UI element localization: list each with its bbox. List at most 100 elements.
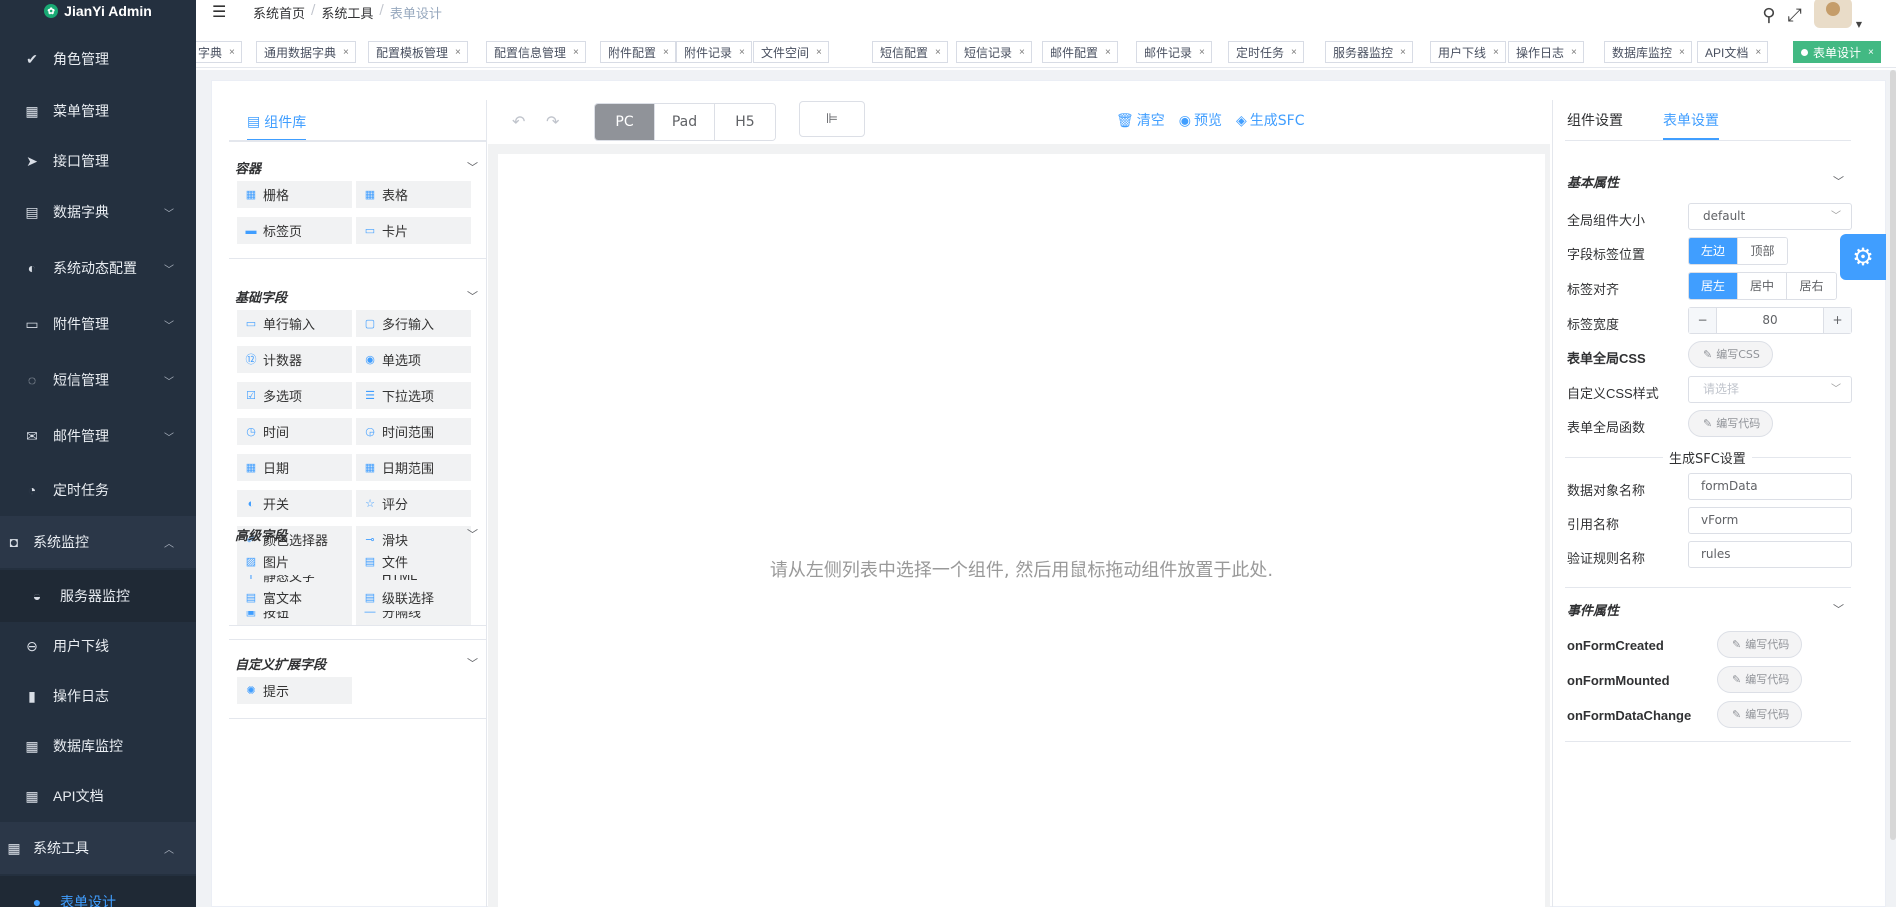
chevron-icon[interactable]: ︿ <box>164 841 174 856</box>
component-item[interactable]: ▬ 标签页 <box>237 217 352 244</box>
app-logo[interactable]: ✿ JianYi Admin <box>0 0 196 22</box>
sidebar-item[interactable]: ● 表单设计 <box>0 876 196 907</box>
minus-icon[interactable]: − <box>1689 308 1716 333</box>
chevron-icon[interactable]: ﹀ <box>164 317 174 332</box>
close-icon[interactable]: × <box>1493 47 1499 58</box>
chevron-down-icon[interactable]: ﹀ <box>1833 173 1844 189</box>
chevron-down-icon[interactable]: ▼ <box>1856 20 1862 29</box>
custom-css-select[interactable]: 请选择 ﹀ <box>1688 376 1852 403</box>
label-pos-top-button[interactable]: 顶部 <box>1738 238 1787 264</box>
chevron-down-icon[interactable]: ﹀ <box>467 526 478 542</box>
avatar[interactable] <box>1813 0 1852 28</box>
sidebar-item[interactable]: ◌ 短信管理 ﹀ <box>0 354 196 406</box>
chevron-down-icon[interactable]: ﹀ <box>467 288 478 304</box>
tag-item[interactable]: 附件配置 × <box>600 41 676 63</box>
close-icon[interactable]: × <box>1679 47 1685 58</box>
chevron-down-icon[interactable]: ﹀ <box>1833 601 1844 617</box>
close-icon[interactable]: × <box>935 47 941 58</box>
sidebar-item[interactable]: ◘ 系统监控 ︿ <box>0 516 196 568</box>
label-width-value[interactable]: 80 <box>1716 308 1824 333</box>
breadcrumb-system-tools[interactable]: 系统工具 <box>321 3 373 22</box>
component-item[interactable]: ▤ 富文本 <box>237 584 352 611</box>
component-item[interactable]: ✺ 提示 <box>237 677 352 704</box>
close-icon[interactable]: × <box>573 47 579 58</box>
component-item[interactable]: ▢ 多行输入 <box>356 310 471 337</box>
breadcrumb-home[interactable]: 系统首页 <box>253 3 305 22</box>
node-tree-button[interactable]: ⊫ <box>799 101 865 137</box>
chevron-icon[interactable]: ﹀ <box>164 373 174 388</box>
plus-icon[interactable]: + <box>1824 308 1851 333</box>
sidebar-item[interactable]: ✉ 邮件管理 ﹀ <box>0 410 196 462</box>
component-item[interactable]: ☆ 评分 <box>356 490 471 517</box>
close-icon[interactable]: × <box>1291 47 1297 58</box>
align-left-button[interactable]: 居左 <box>1689 273 1738 299</box>
component-item[interactable]: ☰ 下拉选项 <box>356 382 471 409</box>
sidebar-item[interactable]: ◐ 系统动态配置 ﹀ <box>0 242 196 294</box>
sidebar-item[interactable]: ▤ 数据字典 ﹀ <box>0 186 196 238</box>
sidebar-item[interactable]: ▦ 数据库监控 <box>0 720 196 772</box>
rules-name-input[interactable]: rules <box>1688 541 1852 568</box>
sidebar-item[interactable]: ▮ 操作日志 <box>0 670 196 722</box>
form-canvas[interactable]: 请从左侧列表中选择一个组件, 然后用鼠标拖动组件放置于此处. <box>498 154 1545 907</box>
tab-component-settings[interactable]: 组件设置 <box>1567 110 1623 130</box>
tab-component-library[interactable]: ▤ 组件库 <box>247 112 307 141</box>
chevron-down-icon[interactable]: ﹀ <box>467 655 478 671</box>
ref-name-input[interactable]: vForm <box>1688 507 1852 534</box>
device-pc-button[interactable]: PC <box>595 104 655 140</box>
tag-item[interactable]: 操作日志 × <box>1508 41 1584 63</box>
component-item[interactable]: ◶ 时间范围 <box>356 418 471 445</box>
tag-item[interactable]: 短信配置 × <box>872 41 948 63</box>
close-icon[interactable]: × <box>1400 47 1406 58</box>
tag-item[interactable]: 附件记录 × <box>676 41 752 63</box>
chevron-icon[interactable]: ﹀ <box>164 261 174 276</box>
device-h5-button[interactable]: H5 <box>715 104 775 140</box>
label-pos-left-button[interactable]: 左边 <box>1689 238 1738 264</box>
tag-item[interactable]: 用户下线 × <box>1430 41 1506 63</box>
data-object-input[interactable]: formData <box>1688 473 1852 500</box>
sidebar-item[interactable]: ▦ API文档 <box>0 770 196 822</box>
tag-item[interactable]: 表单设计 × <box>1793 41 1881 63</box>
tag-item[interactable]: 定时任务 × <box>1228 41 1304 63</box>
chevron-icon[interactable]: ﹀ <box>164 429 174 444</box>
edit-code-button[interactable]: ✎ 编写代码 <box>1717 666 1803 693</box>
align-center-button[interactable]: 居中 <box>1738 273 1787 299</box>
device-pad-button[interactable]: Pad <box>655 104 715 140</box>
component-item[interactable]: ▤ 文件 <box>356 548 471 575</box>
component-item[interactable]: ▦ 日期 <box>237 454 352 481</box>
component-item[interactable]: ☑ 多选项 <box>237 382 352 409</box>
close-icon[interactable]: × <box>229 47 235 58</box>
component-item[interactable]: ▦ 栅格 <box>237 181 352 208</box>
component-item[interactable]: ◷ 时间 <box>237 418 352 445</box>
tag-item[interactable]: 字典 × <box>196 41 242 63</box>
close-icon[interactable]: × <box>816 47 822 58</box>
tab-form-settings[interactable]: 表单设置 <box>1663 110 1719 140</box>
close-icon[interactable]: × <box>455 47 461 58</box>
close-icon[interactable]: × <box>1019 47 1025 58</box>
sidebar-item[interactable]: ✔ 角色管理 <box>0 33 196 85</box>
tag-item[interactable]: 配置模板管理 × <box>368 41 468 63</box>
sidebar-item[interactable]: ◔ 定时任务 <box>0 464 196 516</box>
preview-button[interactable]: ◉ 预览 <box>1179 110 1222 130</box>
undo-icon[interactable]: ↶ <box>512 112 525 131</box>
close-icon[interactable]: × <box>663 47 669 58</box>
generate-sfc-button[interactable]: ◈ 生成SFC <box>1236 110 1305 130</box>
close-icon[interactable]: × <box>1868 47 1874 58</box>
close-icon[interactable]: × <box>739 47 745 58</box>
component-item[interactable]: ⑫ 计数器 <box>237 346 352 373</box>
edit-code-button[interactable]: ✎ 编写代码 <box>1688 410 1774 437</box>
tag-item[interactable]: 通用数据字典 × <box>256 41 356 63</box>
sidebar-item[interactable]: ◒ 服务器监控 <box>0 570 196 622</box>
tag-item[interactable]: 短信记录 × <box>956 41 1032 63</box>
component-item[interactable]: ▭ 单行输入 <box>237 310 352 337</box>
tag-item[interactable]: 邮件配置 × <box>1042 41 1118 63</box>
component-item[interactable]: ◉ 单选项 <box>356 346 471 373</box>
tag-item[interactable]: 配置信息管理 × <box>486 41 586 63</box>
tag-item[interactable]: 邮件记录 × <box>1136 41 1212 63</box>
edit-code-button[interactable]: ✎ 编写代码 <box>1717 701 1803 728</box>
size-select[interactable]: default ﹀ <box>1688 203 1852 230</box>
menu-toggle-icon[interactable]: ☰ <box>212 2 226 21</box>
component-item[interactable]: ▭ 卡片 <box>356 217 471 244</box>
sidebar-item[interactable]: ➤ 接口管理 <box>0 135 196 187</box>
component-item[interactable]: ▤ 级联选择 <box>356 584 471 611</box>
tag-item[interactable]: 数据库监控 × <box>1604 41 1692 63</box>
